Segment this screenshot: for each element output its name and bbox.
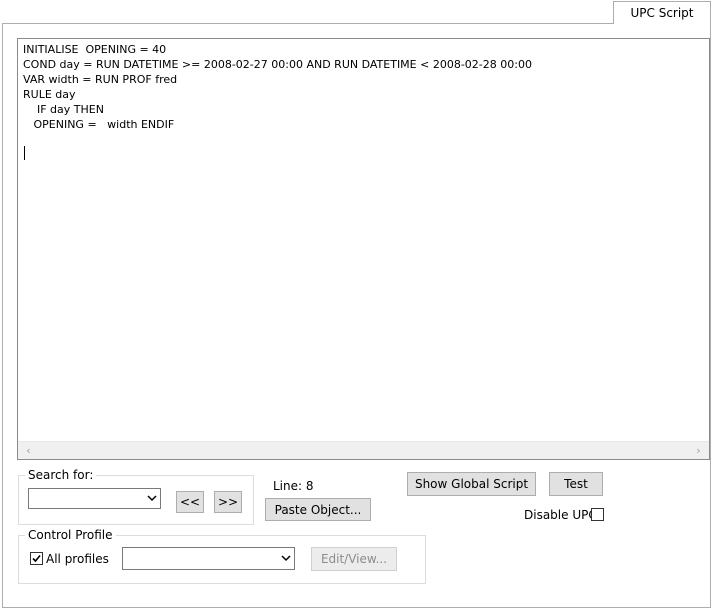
control-profile-legend: Control Profile [25, 528, 116, 542]
search-dropdown[interactable] [28, 488, 161, 509]
search-next-label: >> [217, 495, 239, 509]
paste-object-button[interactable]: Paste Object... [265, 498, 371, 521]
tab-upc-script[interactable]: UPC Script [613, 1, 711, 24]
tab-label: UPC Script [630, 6, 694, 20]
test-label: Test [564, 477, 588, 491]
checkmark-icon [32, 554, 41, 563]
search-prev-label: << [179, 495, 201, 509]
all-profiles-checkbox[interactable] [30, 552, 43, 565]
text-caret [24, 146, 25, 160]
chevron-down-icon [147, 495, 157, 502]
script-text[interactable]: INITIALISE OPENING = 40 COND day = RUN D… [23, 42, 532, 132]
all-profiles-label: All profiles [46, 552, 109, 566]
edit-view-button[interactable]: Edit/View... [311, 547, 397, 571]
edit-view-label: Edit/View... [320, 552, 388, 566]
disable-upc-label: Disable UPC [524, 508, 597, 522]
paste-object-label: Paste Object... [274, 502, 362, 517]
chevron-down-icon [281, 555, 291, 562]
scroll-left-icon[interactable]: ‹ [20, 442, 37, 459]
search-legend: Search for: [25, 468, 97, 482]
horizontal-scrollbar[interactable]: ‹ › [18, 441, 709, 459]
disable-upc-checkbox[interactable] [591, 508, 604, 521]
show-global-script-label: Show Global Script [414, 477, 529, 491]
line-number-label: Line: 8 [273, 479, 314, 493]
search-prev-button[interactable]: << [176, 491, 204, 513]
show-global-script-button[interactable]: Show Global Script [407, 472, 536, 496]
scroll-right-icon[interactable]: › [690, 442, 707, 459]
test-button[interactable]: Test [549, 472, 603, 496]
script-editor[interactable]: INITIALISE OPENING = 40 COND day = RUN D… [17, 38, 710, 460]
search-next-button[interactable]: >> [214, 491, 242, 513]
profile-dropdown[interactable] [122, 547, 295, 570]
